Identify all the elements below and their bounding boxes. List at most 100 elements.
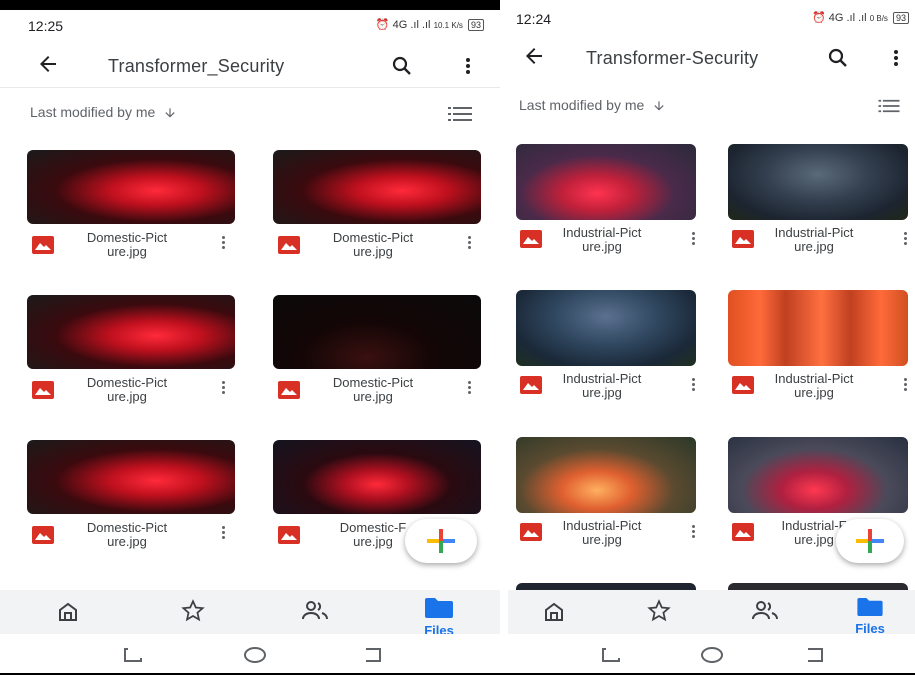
file-card[interactable]: Domestic-Pict ure.jpg bbox=[27, 150, 237, 260]
new-fab-button[interactable] bbox=[836, 519, 904, 563]
status-speed: 10.1 K/s bbox=[433, 21, 463, 30]
file-thumbnail[interactable] bbox=[273, 295, 481, 369]
file-thumbnail[interactable] bbox=[273, 440, 481, 514]
arrow-back-icon[interactable] bbox=[522, 44, 546, 74]
file-thumbnail[interactable] bbox=[27, 440, 235, 514]
file-card[interactable]: Industrial-Pict ure.jpg bbox=[516, 437, 698, 547]
file-name-line-2: ure.jpg bbox=[353, 389, 393, 404]
file-more-icon[interactable] bbox=[902, 376, 908, 394]
nav-files-button[interactable]: Files bbox=[418, 598, 460, 638]
image-file-icon bbox=[520, 523, 542, 541]
plus-icon bbox=[836, 529, 904, 567]
file-thumbnail[interactable] bbox=[516, 144, 696, 220]
nav-shared-button[interactable] bbox=[750, 598, 780, 629]
search-icon[interactable] bbox=[826, 46, 850, 70]
back-nav-icon[interactable] bbox=[362, 646, 384, 669]
file-thumbnail[interactable] bbox=[516, 437, 696, 513]
file-thumbnail[interactable] bbox=[27, 150, 235, 224]
list-view-icon[interactable] bbox=[448, 106, 472, 122]
file-more-icon[interactable] bbox=[466, 234, 472, 252]
app-bar: Transformer-Security bbox=[508, 40, 915, 80]
screenshot-top-border bbox=[0, 0, 500, 10]
status-signal-icons: ⏰ 4G .ıl .ıl bbox=[811, 12, 867, 24]
file-name-line-1: Industrial-Pict bbox=[562, 518, 642, 533]
image-file-icon bbox=[278, 236, 300, 254]
file-name: Industrial-Pict ure.jpg bbox=[546, 372, 658, 400]
back-nav-icon[interactable] bbox=[804, 646, 826, 669]
file-thumbnail[interactable] bbox=[728, 144, 908, 220]
file-name-line-2: ure.jpg bbox=[582, 532, 622, 547]
recent-apps-icon[interactable] bbox=[122, 646, 144, 669]
file-name-line-1: Domestic-Pict bbox=[332, 375, 414, 390]
file-thumbnail[interactable] bbox=[516, 290, 696, 366]
sort-label-button[interactable]: Last modified by me bbox=[519, 97, 666, 113]
file-card[interactable]: Domestic-Pict ure.jpg bbox=[273, 295, 483, 405]
file-more-icon[interactable] bbox=[220, 524, 226, 542]
file-card[interactable]: Industrial-Pict ure.jpg bbox=[516, 290, 698, 400]
nav-starred-button[interactable] bbox=[646, 598, 672, 629]
file-thumbnail[interactable] bbox=[273, 150, 481, 224]
file-card[interactable]: Industrial-Pict ure.jpg bbox=[728, 290, 910, 400]
file-name-line-2: ure.jpg bbox=[107, 534, 147, 549]
sort-bar: Last modified by me bbox=[0, 102, 500, 126]
shared-people-icon bbox=[302, 601, 328, 620]
sort-bar: Last modified by me bbox=[508, 95, 915, 119]
file-card[interactable]: Domestic-Pict ure.jpg bbox=[273, 150, 483, 260]
status-icons: ⏰ 4G .ıl .ıl 10.1 K/s 93 bbox=[376, 18, 484, 31]
folder-icon bbox=[425, 598, 453, 618]
arrow-back-icon[interactable] bbox=[36, 52, 60, 82]
image-file-icon bbox=[732, 230, 754, 248]
image-file-icon bbox=[732, 376, 754, 394]
image-file-icon bbox=[278, 526, 300, 544]
recent-apps-icon[interactable] bbox=[600, 646, 622, 669]
plus-icon bbox=[405, 529, 477, 567]
file-thumbnail[interactable] bbox=[27, 295, 235, 369]
file-more-icon[interactable] bbox=[902, 230, 908, 248]
system-navigation-bar bbox=[0, 634, 500, 674]
file-more-icon[interactable] bbox=[690, 376, 696, 394]
nav-shared-button[interactable] bbox=[300, 598, 330, 629]
bottom-navigation: Files bbox=[0, 590, 500, 638]
file-name: Industrial-Pict ure.jpg bbox=[546, 519, 658, 547]
file-thumbnail[interactable] bbox=[728, 437, 908, 513]
image-file-icon bbox=[32, 381, 54, 399]
file-more-icon[interactable] bbox=[466, 379, 472, 397]
file-name-line-2: ure.jpg bbox=[794, 239, 834, 254]
search-icon[interactable] bbox=[390, 54, 414, 78]
file-name-line-2: ure.jpg bbox=[582, 385, 622, 400]
image-file-icon bbox=[32, 236, 54, 254]
file-more-icon[interactable] bbox=[690, 230, 696, 248]
home-icon bbox=[59, 602, 77, 621]
file-name: Industrial-Pict ure.jpg bbox=[546, 226, 658, 254]
home-icon bbox=[545, 602, 563, 621]
file-more-icon[interactable] bbox=[220, 234, 226, 252]
file-name: Domestic-Pict ure.jpg bbox=[313, 231, 433, 259]
file-name-line-2: ure.jpg bbox=[353, 534, 393, 549]
file-card[interactable]: Industrial-Pict ure.jpg bbox=[728, 144, 910, 254]
file-name-line-2: ure.jpg bbox=[107, 389, 147, 404]
home-circle-icon[interactable] bbox=[243, 646, 267, 669]
file-more-icon[interactable] bbox=[220, 379, 226, 397]
sort-label: Last modified by me bbox=[519, 97, 645, 113]
nav-home-button[interactable] bbox=[542, 600, 566, 629]
more-vert-icon[interactable] bbox=[456, 54, 480, 78]
home-circle-icon[interactable] bbox=[700, 646, 724, 669]
file-name-line-2: ure.jpg bbox=[353, 244, 393, 259]
file-more-icon[interactable] bbox=[690, 523, 696, 541]
file-name: Domestic-Pict ure.jpg bbox=[67, 376, 187, 404]
list-view-icon[interactable] bbox=[878, 99, 900, 115]
file-thumbnail[interactable] bbox=[728, 290, 908, 366]
nav-starred-button[interactable] bbox=[180, 598, 206, 629]
file-card[interactable]: Domestic-Pict ure.jpg bbox=[27, 295, 237, 405]
more-vert-icon[interactable] bbox=[884, 46, 908, 70]
nav-files-button[interactable]: Files bbox=[850, 598, 890, 636]
sort-label-button[interactable]: Last modified by me bbox=[30, 104, 177, 120]
file-card[interactable]: Industrial-Pict ure.jpg bbox=[516, 144, 698, 254]
file-card[interactable]: Domestic-Pict ure.jpg bbox=[27, 440, 237, 550]
star-icon bbox=[647, 599, 671, 622]
file-name-line-1: Industrial-Pict bbox=[774, 371, 854, 386]
app-bar-divider bbox=[0, 87, 500, 88]
nav-home-button[interactable] bbox=[56, 600, 80, 629]
file-name: Domestic-Pict ure.jpg bbox=[313, 376, 433, 404]
new-fab-button[interactable] bbox=[405, 519, 477, 563]
